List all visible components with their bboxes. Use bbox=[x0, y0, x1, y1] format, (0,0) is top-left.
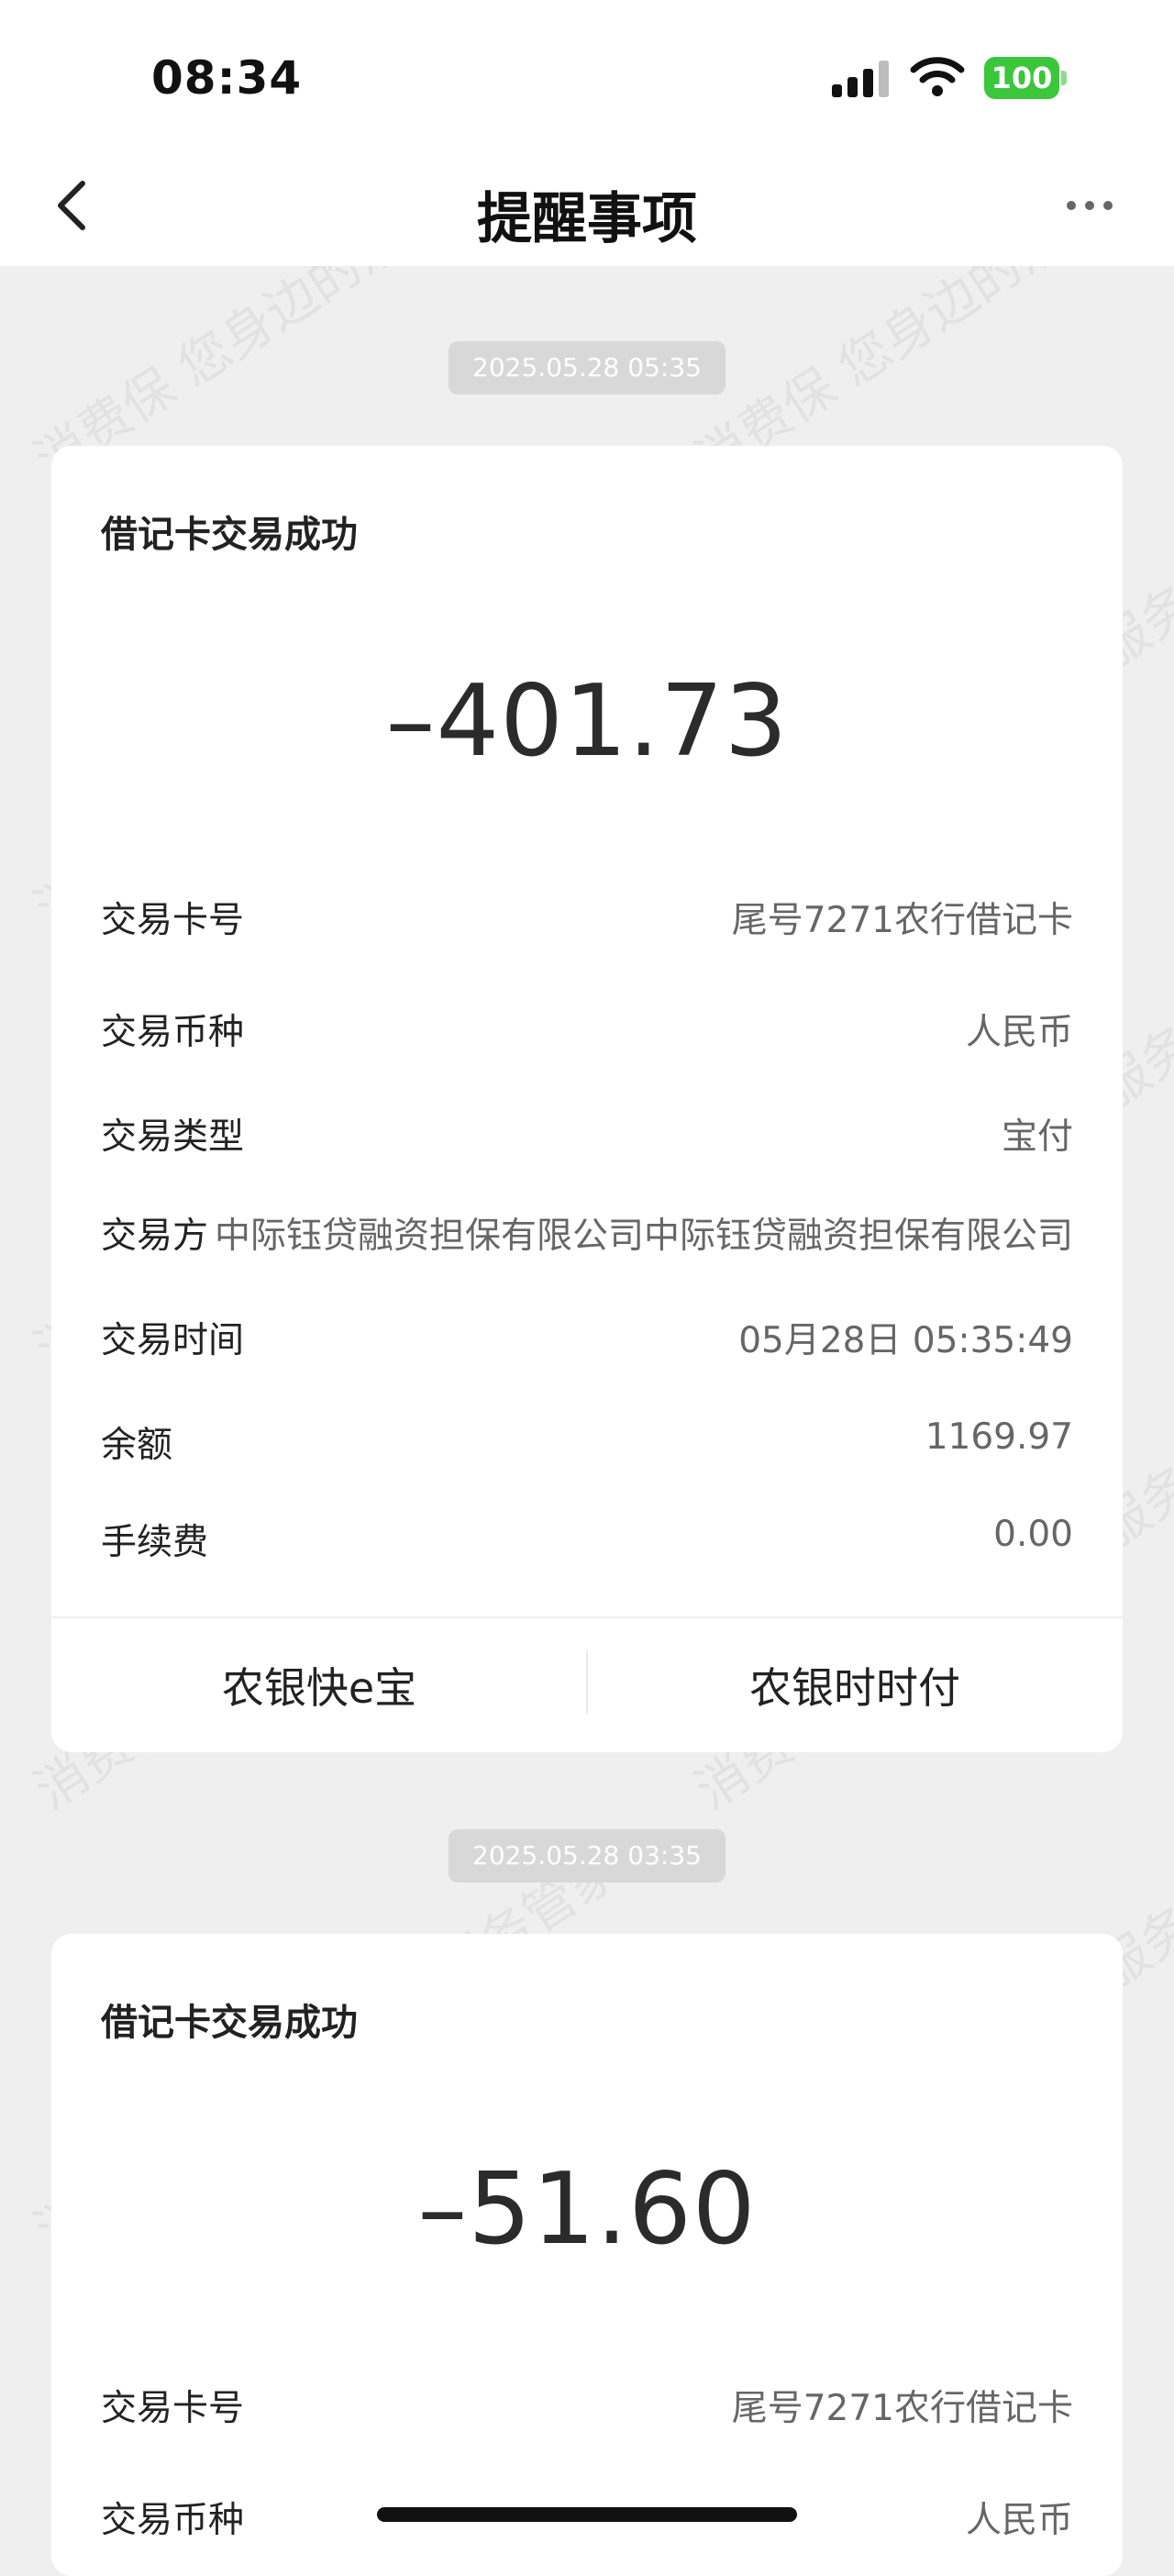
row-value: 尾号7271农行借记卡 bbox=[731, 2388, 1073, 2429]
row-label: 交易类型 bbox=[101, 1116, 245, 1158]
detail-row-card-number: 交易卡号 尾号7271农行借记卡 bbox=[101, 2380, 1073, 2435]
transaction-card: 借记卡交易成功 –51.60 交易卡号 尾号7271农行借记卡 交易币种 人民币 bbox=[51, 1934, 1123, 2576]
row-label: 交易时间 bbox=[101, 1320, 245, 1361]
row-label: 手续费 bbox=[101, 1522, 209, 1563]
row-label: 交易卡号 bbox=[101, 900, 245, 941]
row-label: 交易币种 bbox=[101, 2500, 245, 2541]
row-value: 人民币 bbox=[965, 1012, 1073, 1053]
row-label: 交易币种 bbox=[101, 1012, 245, 1053]
card-title: 借记卡交易成功 bbox=[101, 514, 358, 556]
row-label: 余额 bbox=[101, 1425, 173, 1466]
message-timestamp: 2025.05.28 05:35 bbox=[449, 341, 725, 394]
cellular-signal-icon bbox=[832, 61, 892, 97]
status-bar: 08:34 100 bbox=[0, 0, 1174, 156]
battery-level: 100 bbox=[991, 61, 1053, 95]
page-title: 提醒事项 bbox=[477, 187, 697, 251]
detail-row-time: 交易时间 05月28日 05:35:49 bbox=[101, 1312, 1073, 1367]
status-time: 08:34 bbox=[151, 51, 303, 105]
transaction-amount: –51.60 bbox=[417, 2152, 757, 2267]
row-value: 中际钰贷融资担保有限公司中际钰贷融资担保有限公司 bbox=[214, 1216, 1073, 1257]
transaction-card: 借记卡交易成功 –401.73 交易卡号 尾号7271农行借记卡 交易币种 人民… bbox=[51, 446, 1123, 1752]
detail-row-balance: 余额 1169.97 bbox=[101, 1416, 1073, 1471]
row-label: 交易卡号 bbox=[101, 2388, 245, 2429]
row-value: 1169.97 bbox=[925, 1416, 1073, 1458]
row-value: 0.00 bbox=[993, 1514, 1073, 1555]
card-title: 借记卡交易成功 bbox=[101, 2002, 358, 2044]
detail-row-currency: 交易币种 人民币 bbox=[101, 1004, 1073, 1059]
more-options-icon[interactable] bbox=[1064, 189, 1115, 222]
nav-bar: 提醒事项 bbox=[0, 156, 1174, 266]
detail-row-counterparty: 交易方 中际钰贷融资担保有限公司中际钰贷融资担保有限公司 bbox=[101, 1207, 1073, 1262]
battery-icon: 100 bbox=[984, 57, 1067, 99]
detail-row-fee: 手续费 0.00 bbox=[101, 1514, 1073, 1569]
detail-row-type: 交易类型 宝付 bbox=[101, 1108, 1073, 1163]
message-timestamp: 2025.05.28 03:35 bbox=[449, 1829, 725, 1882]
row-value: 宝付 bbox=[1001, 1116, 1073, 1158]
action-button-shi-shi-fu[interactable]: 农银时时付 bbox=[587, 1655, 1123, 1715]
card-divider bbox=[51, 1616, 1123, 1618]
row-value: 人民币 bbox=[965, 2500, 1073, 2541]
row-label: 交易方 bbox=[101, 1216, 209, 1257]
row-value: 尾号7271农行借记卡 bbox=[731, 900, 1073, 941]
transaction-amount: –401.73 bbox=[385, 664, 789, 779]
wifi-icon bbox=[910, 57, 965, 96]
home-indicator[interactable] bbox=[377, 2507, 797, 2522]
action-button-kuai-e-bao[interactable]: 农银快e宝 bbox=[51, 1655, 587, 1715]
row-value: 05月28日 05:35:49 bbox=[738, 1320, 1073, 1361]
detail-row-card-number: 交易卡号 尾号7271农行借记卡 bbox=[101, 892, 1073, 947]
